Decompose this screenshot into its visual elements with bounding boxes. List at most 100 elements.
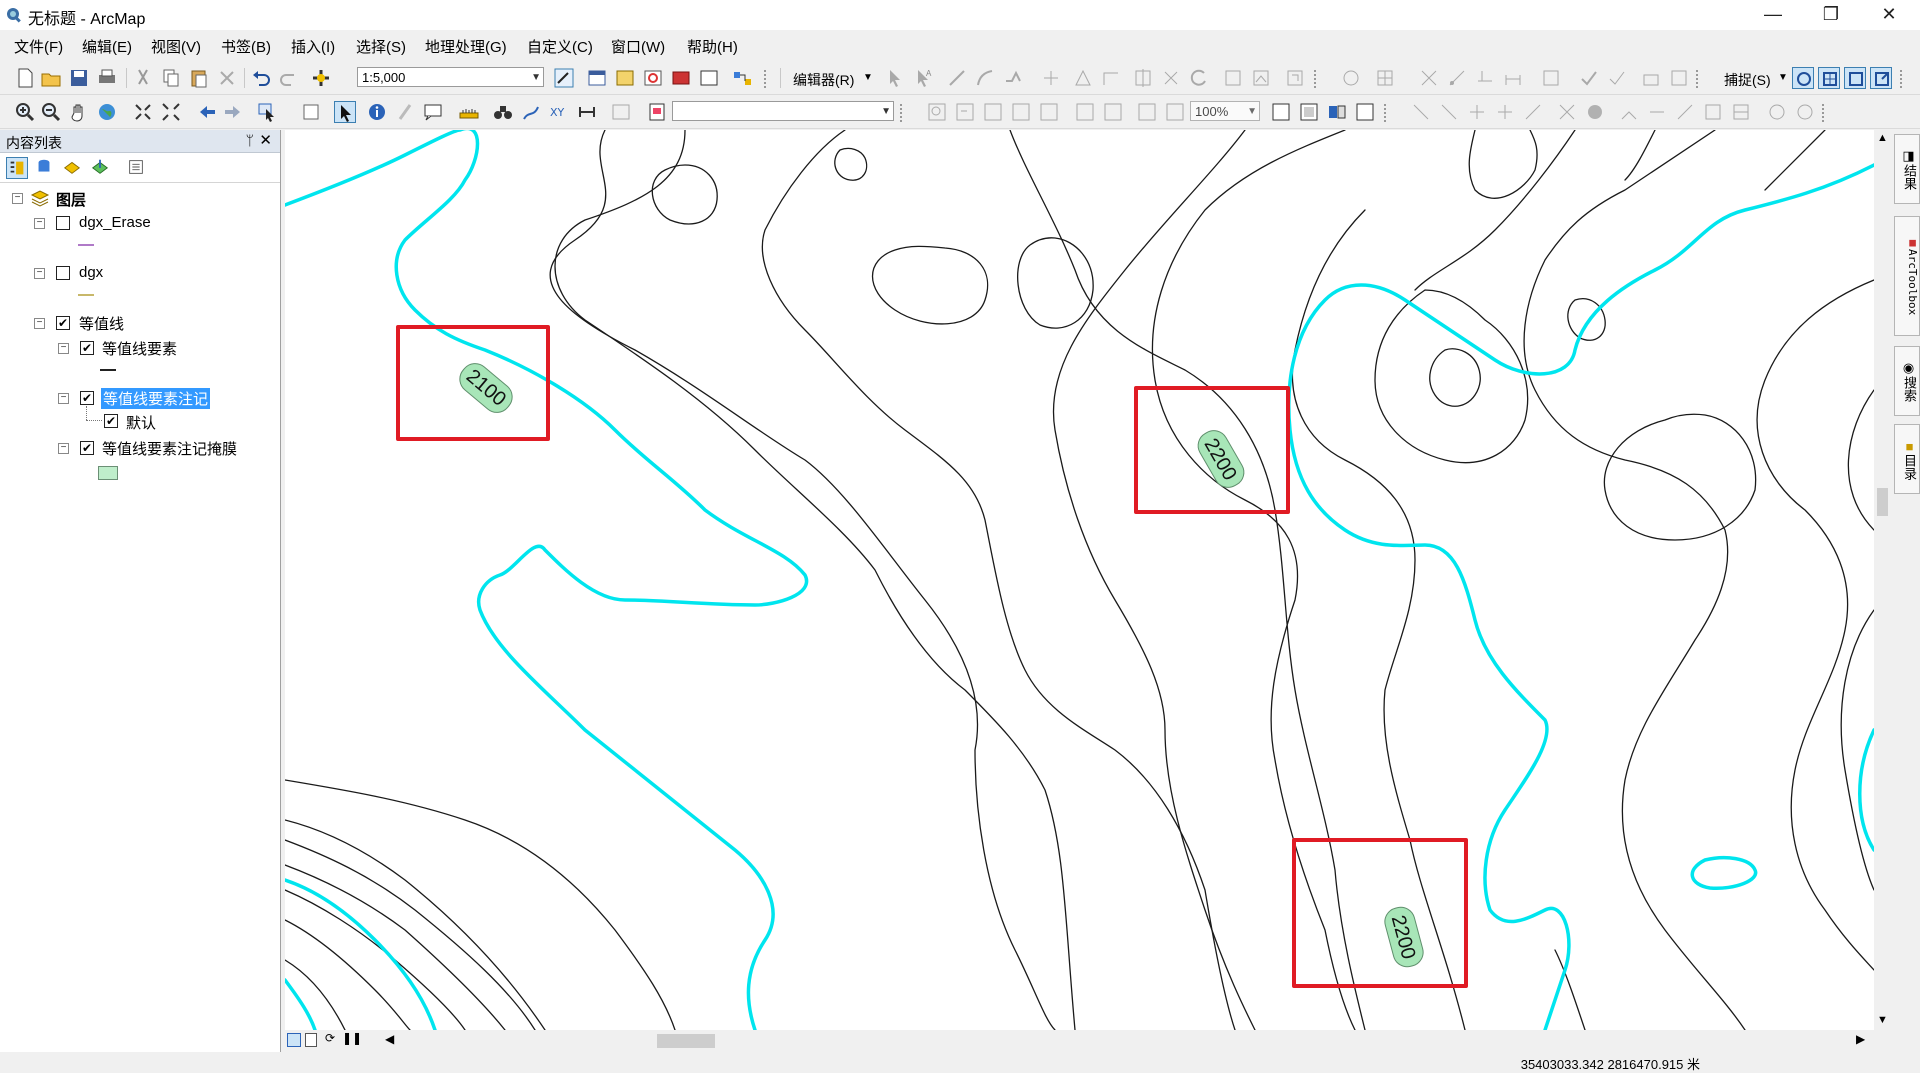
- list-by-drawing-order-icon[interactable]: [6, 157, 28, 179]
- layer-dgx[interactable]: dgx: [79, 264, 103, 281]
- menu-insert[interactable]: 插入(I): [291, 36, 335, 57]
- contour-map[interactable]: 2100 2200 2200: [285, 130, 1874, 1030]
- fixed-zoom-out-icon[interactable]: [160, 101, 182, 123]
- menu-view[interactable]: 视图(V): [151, 36, 201, 57]
- zoom-100-icon[interactable]: [1038, 101, 1060, 123]
- layer-contour-annotation-mask[interactable]: 等值线要素注记掩膜: [102, 438, 237, 459]
- new-document-icon[interactable]: [14, 67, 36, 89]
- go-to-xy-icon[interactable]: XY: [548, 101, 570, 123]
- data-view-icon[interactable]: [287, 1033, 301, 1047]
- menu-edit[interactable]: 编辑(E): [82, 36, 132, 57]
- layer-dgx-erase[interactable]: dgx_Erase: [79, 214, 151, 231]
- pause-drawing-icon[interactable]: ❚❚: [342, 1031, 362, 1045]
- change-layout-icon[interactable]: [1326, 101, 1348, 123]
- edit-vertices-icon[interactable]: [1072, 67, 1094, 89]
- toolbar-grip[interactable]: [900, 104, 908, 122]
- table-window-icon[interactable]: [586, 67, 608, 89]
- html-popup-icon[interactable]: [422, 101, 444, 123]
- model-builder-icon[interactable]: [732, 67, 754, 89]
- end-snapping-icon[interactable]: [1818, 67, 1840, 89]
- catalog-icon[interactable]: [614, 67, 636, 89]
- toolbar-grip[interactable]: [1822, 104, 1830, 122]
- scroll-right-icon[interactable]: ▶: [1856, 1032, 1865, 1046]
- dimension-icon[interactable]: [1502, 67, 1524, 89]
- layer-visibility-checkbox[interactable]: [56, 266, 70, 280]
- split-tool-icon[interactable]: [1160, 67, 1182, 89]
- toolbar-grip[interactable]: [1696, 70, 1704, 88]
- print-icon[interactable]: [96, 67, 118, 89]
- vertex-snapping-icon[interactable]: [1844, 67, 1866, 89]
- pan-hand-icon[interactable]: [68, 101, 90, 123]
- time-slider-icon[interactable]: [576, 101, 598, 123]
- menu-customize[interactable]: 自定义(C): [527, 36, 593, 57]
- zoom-whole-page-icon[interactable]: [1010, 101, 1032, 123]
- close-button[interactable]: ✕: [1860, 0, 1918, 30]
- redo-icon[interactable]: [278, 67, 300, 89]
- rotate-tool-icon[interactable]: [1188, 67, 1210, 89]
- distribute-icon[interactable]: [1494, 101, 1516, 123]
- map-display[interactable]: 2100 2200 2200: [285, 130, 1874, 1030]
- cogo-icon[interactable]: [1474, 67, 1496, 89]
- search-window-icon[interactable]: [642, 67, 664, 89]
- arctoolbox-icon[interactable]: [670, 67, 692, 89]
- scroll-down-icon[interactable]: ▼: [1877, 1014, 1888, 1026]
- layers-root-label[interactable]: 图层: [56, 189, 86, 210]
- map-horizontal-scrollbar[interactable]: ⟳ ❚❚ ◀ ▶: [285, 1030, 1874, 1052]
- edge-snapping-icon[interactable]: [1870, 67, 1892, 89]
- scroll-thumb[interactable]: [657, 1034, 715, 1048]
- full-extent-globe-icon[interactable]: [96, 101, 118, 123]
- refresh-icon[interactable]: ⟳: [325, 1031, 335, 1045]
- measure-icon[interactable]: [458, 101, 480, 123]
- previous-extent-layout-icon[interactable]: [1136, 101, 1158, 123]
- layer-contour-annotation[interactable]: 等值线要素注记: [101, 388, 211, 409]
- animation-icon[interactable]: [1766, 101, 1788, 123]
- menu-bookmarks[interactable]: 书签(B): [221, 36, 271, 57]
- versioning-icon[interactable]: [1668, 67, 1690, 89]
- results-tab[interactable]: ◨结果: [1894, 134, 1920, 204]
- toolbar-grip[interactable]: [1314, 70, 1322, 88]
- snapping-dropdown-arrow[interactable]: ▼: [1778, 72, 1788, 83]
- fixed-zoom-in-icon[interactable]: [132, 101, 154, 123]
- open-folder-icon[interactable]: [40, 67, 62, 89]
- select-elements-icon[interactable]: [334, 101, 356, 123]
- zoom-out-icon[interactable]: [40, 101, 62, 123]
- scroll-left-icon[interactable]: ◀: [385, 1032, 394, 1046]
- advanced-edit-icon[interactable]: [1418, 67, 1440, 89]
- toc-close-button[interactable]: ✕: [259, 131, 272, 149]
- parcel-editor-icon[interactable]: [1640, 67, 1662, 89]
- collapse-toggle[interactable]: −: [58, 343, 69, 354]
- minimize-button[interactable]: —: [1744, 0, 1802, 30]
- options-icon[interactable]: [126, 157, 148, 179]
- toggle-draft-mode-icon[interactable]: [1270, 101, 1292, 123]
- attributes-icon[interactable]: [1222, 67, 1244, 89]
- network-analyst-icon[interactable]: [1618, 101, 1640, 123]
- layer-contours[interactable]: 等值线: [79, 313, 124, 334]
- menu-selection[interactable]: 选择(S): [356, 36, 406, 57]
- list-by-source-icon[interactable]: [34, 157, 56, 179]
- toolbar-grip[interactable]: [1384, 104, 1392, 122]
- toolbar-grip[interactable]: [764, 70, 772, 88]
- create-features-icon[interactable]: [1284, 67, 1306, 89]
- collapse-toggle[interactable]: −: [34, 218, 45, 229]
- data-driven-pages-icon[interactable]: [1354, 101, 1376, 123]
- editor-toolbar-icon[interactable]: [553, 67, 575, 89]
- toolbar-grip[interactable]: [1900, 70, 1908, 88]
- reshape-feature-icon[interactable]: [1100, 67, 1122, 89]
- spatial-analyst-icon[interactable]: [1556, 101, 1578, 123]
- edit-tool-icon[interactable]: [884, 67, 906, 89]
- undo-icon[interactable]: [250, 67, 272, 89]
- list-by-selection-icon[interactable]: [90, 157, 112, 179]
- copy-icon[interactable]: [160, 67, 182, 89]
- rotate-element-icon[interactable]: [1522, 101, 1544, 123]
- menu-help[interactable]: 帮助(H): [687, 36, 738, 57]
- generalize-icon[interactable]: [1540, 67, 1562, 89]
- snapping-menu[interactable]: 捕捉(S): [1724, 70, 1771, 90]
- end-point-arc-icon[interactable]: [974, 67, 996, 89]
- menu-file[interactable]: 文件(F): [14, 36, 63, 57]
- list-by-visibility-icon[interactable]: [62, 157, 84, 179]
- save-icon[interactable]: [68, 67, 90, 89]
- restore-button[interactable]: ❐: [1802, 0, 1860, 30]
- clear-selection-icon[interactable]: [300, 101, 322, 123]
- editor-dropdown-arrow[interactable]: ▼: [863, 72, 873, 83]
- map-scale-dropdown[interactable]: 1:5,000 ▼: [357, 67, 544, 87]
